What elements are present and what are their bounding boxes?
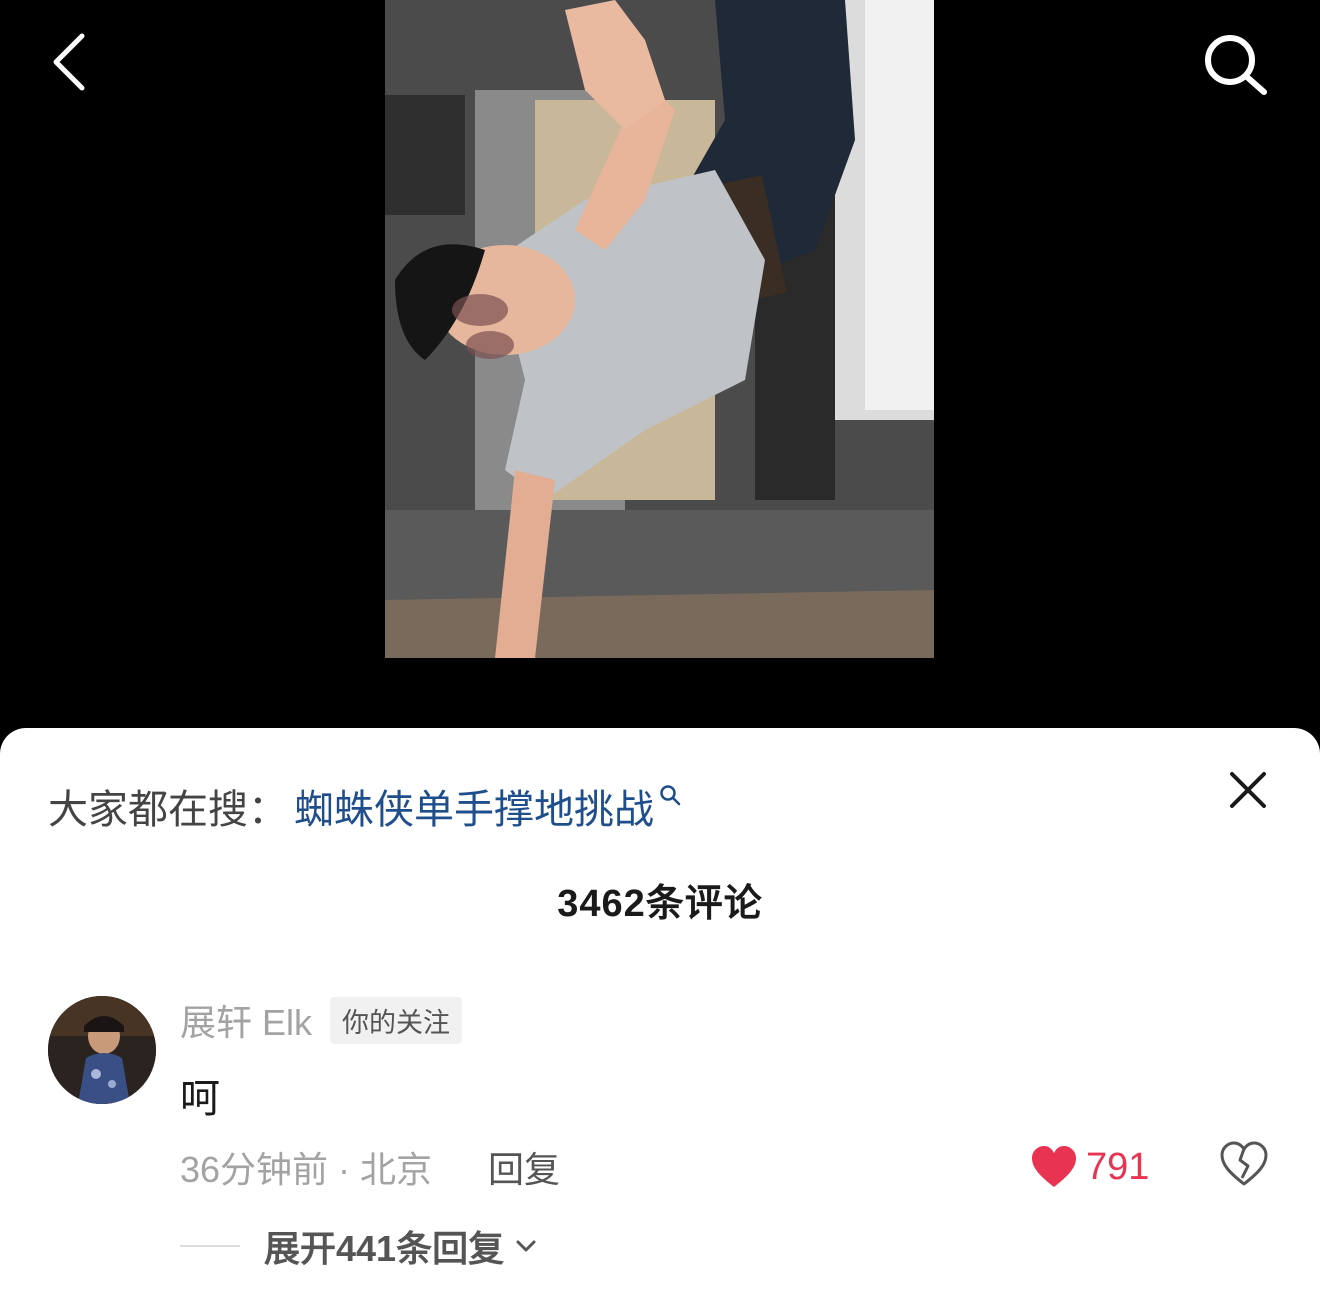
avatar-image — [48, 996, 156, 1104]
hot-search-term[interactable]: 蜘蛛侠单手撑地挑战 — [294, 777, 654, 835]
comment-count-title: 3462条评论 — [557, 883, 763, 925]
video-frame[interactable] — [385, 0, 934, 658]
like-button[interactable]: 791 — [1030, 1142, 1149, 1192]
expand-replies-label: 展开441条回复 — [264, 1228, 505, 1269]
divider — [180, 1245, 240, 1247]
search-icon — [660, 785, 681, 806]
search-icon — [1205, 35, 1267, 95]
video-area[interactable] — [0, 0, 1320, 740]
avatar[interactable] — [48, 996, 156, 1104]
close-icon — [1230, 772, 1266, 808]
search-button[interactable] — [1196, 26, 1272, 102]
comment-text[interactable]: 呵 — [180, 1066, 220, 1124]
reply-button[interactable]: 回复 — [488, 1141, 560, 1193]
close-button[interactable] — [1222, 764, 1274, 816]
video-still — [385, 0, 934, 658]
like-count: 791 — [1086, 1145, 1150, 1188]
broken-heart-icon — [1220, 1141, 1268, 1186]
comment-meta: 36分钟前 · 北京 回复 — [180, 1142, 560, 1192]
heart-icon — [1032, 1146, 1076, 1187]
hot-search-prefix: 大家都在搜： — [48, 788, 288, 832]
back-button[interactable] — [40, 28, 104, 92]
username[interactable]: 展轩 Elk — [180, 994, 312, 1046]
expand-replies[interactable]: 展开441条回复 — [180, 1222, 540, 1270]
comment-time-location: 36分钟前 · 北京 — [180, 1149, 433, 1190]
follow-badge: 你的关注 — [330, 996, 463, 1044]
chevron-left-icon — [53, 33, 85, 91]
comment-header: 展轩 Elk 你的关注 — [180, 996, 463, 1044]
chevron-down-icon — [516, 1240, 536, 1252]
dislike-button[interactable] — [1218, 1138, 1270, 1190]
comment-sheet: 大家都在搜： 蜘蛛侠单手撑地挑战 3462条评论 展轩 Elk 你的关注 呵 3… — [0, 728, 1320, 1292]
hot-search-banner[interactable]: 大家都在搜： 蜘蛛侠单手撑地挑战 — [48, 780, 682, 832]
